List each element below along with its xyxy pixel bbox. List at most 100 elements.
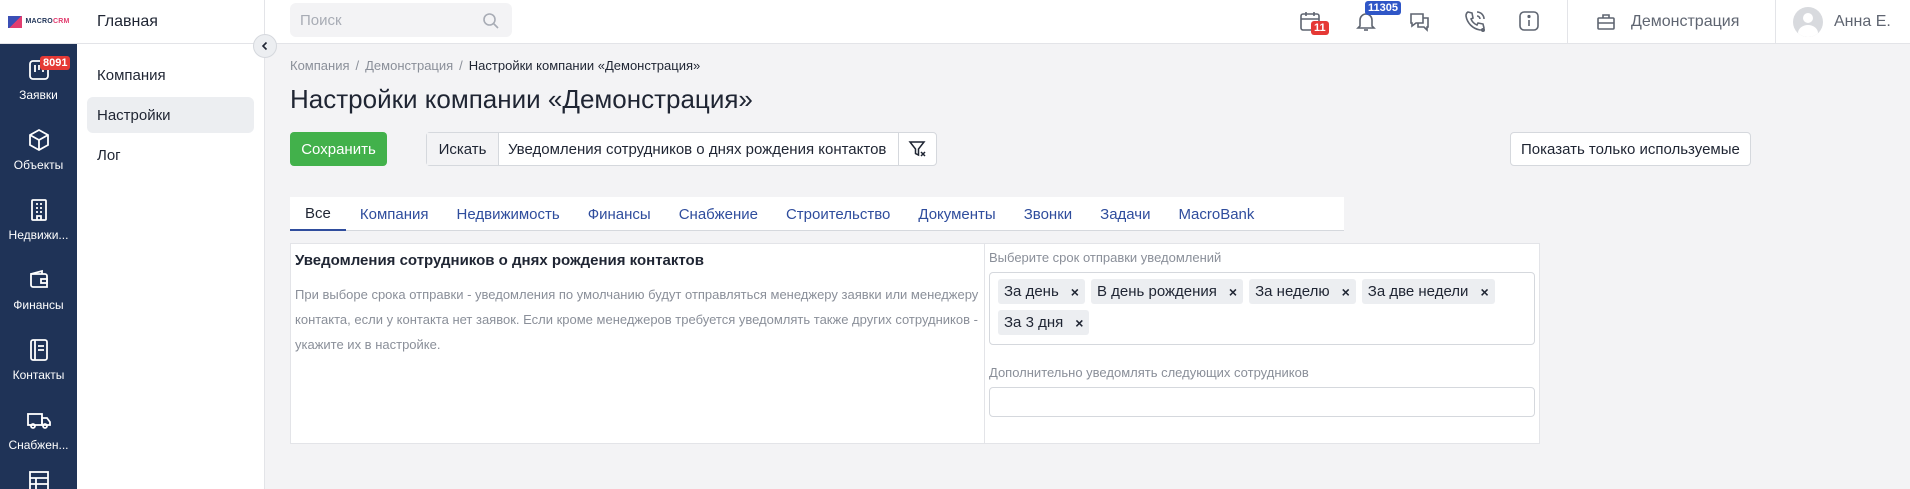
setting-controls: Выберите срок отправки уведомлений За де… bbox=[985, 244, 1539, 443]
nav-item-realty[interactable]: Недвижи... bbox=[0, 184, 77, 254]
tag-label: В день рождения bbox=[1096, 283, 1217, 300]
sidebar-item-settings[interactable]: Настройки bbox=[87, 97, 254, 133]
wallet-icon bbox=[26, 267, 52, 293]
logo-mark bbox=[7, 15, 22, 28]
tab-calls[interactable]: Звонки bbox=[1010, 197, 1086, 231]
info-button[interactable] bbox=[1516, 8, 1542, 34]
user-menu[interactable]: Анна Е. bbox=[1793, 0, 1891, 44]
topbar-divider bbox=[1567, 0, 1568, 44]
tab-all[interactable]: Все bbox=[290, 197, 346, 231]
remove-tag-icon[interactable]: × bbox=[1229, 284, 1237, 300]
period-label: Выберите срок отправки уведомлений bbox=[989, 250, 1222, 265]
search-button[interactable]: Искать bbox=[427, 133, 499, 165]
contacts-icon bbox=[26, 337, 52, 363]
period-tag: За две недели × bbox=[1361, 279, 1495, 304]
nav-item-supply[interactable]: Снабжен... bbox=[0, 394, 77, 464]
nav-item-finance[interactable]: Финансы bbox=[0, 254, 77, 324]
tab-construction[interactable]: Строительство bbox=[772, 197, 904, 231]
global-search-input[interactable]: Поиск bbox=[290, 3, 512, 37]
tag-label: За день bbox=[1004, 283, 1059, 300]
nav-item-objects[interactable]: Объекты bbox=[0, 114, 77, 184]
tag-label: За 3 дня bbox=[1004, 314, 1064, 331]
topbar-divider bbox=[1775, 0, 1776, 44]
tab-documents[interactable]: Документы bbox=[904, 197, 1009, 231]
requests-badge: 8091 bbox=[40, 56, 71, 70]
top-bar: Поиск 11 11305 Демонстрация Анна Е. bbox=[265, 0, 1910, 44]
filter-clear-icon bbox=[907, 141, 926, 157]
truck-icon bbox=[26, 407, 52, 433]
company-name: Демонстрация bbox=[1631, 13, 1740, 30]
period-tag: За неделю × bbox=[1249, 279, 1356, 304]
tag-label: За две недели bbox=[1367, 283, 1469, 300]
tab-realty[interactable]: Недвижимость bbox=[443, 197, 574, 231]
nav-item-contacts[interactable]: Контакты bbox=[0, 324, 77, 394]
section-sidebar: Главная Компания Настройки Лог bbox=[77, 0, 265, 489]
tag-label: За неделю bbox=[1255, 283, 1330, 300]
breadcrumb-separator: / bbox=[459, 58, 463, 73]
main-nav: MACROCRM 8091 Заявки Объекты Недвижи... … bbox=[0, 0, 77, 489]
nav-label: Снабжен... bbox=[8, 437, 69, 452]
show-used-only-button[interactable]: Показать только используемые bbox=[1510, 132, 1751, 166]
remove-tag-icon[interactable]: × bbox=[1075, 315, 1083, 331]
tab-macrobank[interactable]: MacroBank bbox=[1165, 197, 1269, 231]
calendar-button[interactable]: 11 bbox=[1297, 8, 1329, 35]
nav-item-more[interactable] bbox=[0, 464, 77, 489]
settings-search-input[interactable]: Уведомления сотрудников о днях рождения … bbox=[499, 133, 899, 165]
clear-filter-button[interactable] bbox=[899, 133, 936, 165]
page-title: Настройки компании «Демонстрация» bbox=[290, 84, 753, 114]
nav-label: Недвижи... bbox=[8, 227, 69, 242]
phone-icon bbox=[1465, 11, 1485, 32]
tab-finance[interactable]: Финансы bbox=[574, 197, 665, 231]
tab-tasks[interactable]: Задачи bbox=[1086, 197, 1164, 231]
search-placeholder: Поиск bbox=[300, 11, 342, 29]
search-icon bbox=[483, 13, 499, 29]
save-button[interactable]: Сохранить bbox=[290, 132, 387, 166]
chat-button[interactable] bbox=[1407, 8, 1433, 34]
info-icon bbox=[1519, 11, 1539, 31]
settings-tabs: Все Компания Недвижимость Финансы Снабже… bbox=[290, 197, 1344, 231]
remove-tag-icon[interactable]: × bbox=[1480, 284, 1488, 300]
breadcrumb: Компания / Демонстрация / Настройки компании… bbox=[290, 58, 700, 73]
period-multiselect[interactable]: За день × В день рождения × За неделю × За … bbox=[989, 272, 1535, 345]
nav-item-requests[interactable]: 8091 Заявки bbox=[0, 44, 77, 114]
sidebar-item-log[interactable]: Лог bbox=[87, 137, 254, 173]
calendar-badge: 11 bbox=[1311, 21, 1329, 35]
remove-tag-icon[interactable]: × bbox=[1342, 284, 1350, 300]
tab-supply[interactable]: Снабжение bbox=[665, 197, 772, 231]
breadcrumb-link[interactable]: Демонстрация bbox=[365, 58, 453, 73]
setting-card: Уведомления сотрудников о днях рождения … bbox=[290, 243, 1540, 444]
setting-title: Уведомления сотрудников о днях рождения … bbox=[295, 252, 704, 269]
collapse-sidebar-button[interactable] bbox=[253, 34, 277, 58]
chevron-left-icon bbox=[261, 41, 268, 51]
telephony-button[interactable] bbox=[1462, 8, 1488, 34]
extra-employees-select[interactable] bbox=[989, 387, 1535, 417]
briefcase-icon bbox=[1597, 14, 1615, 30]
extra-employees-label: Дополнительно уведомлять следующих сотру… bbox=[989, 365, 1309, 380]
chat-icon bbox=[1410, 13, 1429, 32]
building-icon bbox=[26, 197, 52, 223]
period-tag: За день × bbox=[998, 279, 1085, 304]
remove-tag-icon[interactable]: × bbox=[1071, 284, 1079, 300]
cube-icon bbox=[26, 127, 52, 153]
company-switcher[interactable]: Демонстрация bbox=[1596, 0, 1739, 44]
user-name: Анна Е. bbox=[1834, 13, 1891, 30]
setting-description: При выборе срока отправки - уведомления … bbox=[295, 287, 979, 352]
breadcrumb-current: Настройки компании «Демонстрация» bbox=[468, 58, 701, 73]
setting-info: Уведомления сотрудников о днях рождения … bbox=[291, 244, 985, 443]
notifications-badge: 11305 bbox=[1365, 1, 1401, 15]
nav-label: Заявки bbox=[19, 87, 58, 102]
tab-company[interactable]: Компания bbox=[346, 197, 443, 231]
nav-label: Объекты bbox=[13, 157, 64, 172]
nav-label: Контакты bbox=[12, 367, 65, 382]
logo[interactable]: MACROCRM bbox=[0, 0, 77, 44]
breadcrumb-link[interactable]: Компания bbox=[290, 58, 350, 73]
period-tag: В день рождения × bbox=[1090, 279, 1244, 304]
breadcrumb-separator: / bbox=[355, 58, 360, 73]
avatar bbox=[1793, 7, 1823, 37]
sidebar-home[interactable]: Главная bbox=[77, 0, 264, 44]
sidebar-item-company[interactable]: Компания bbox=[87, 57, 254, 93]
settings-search: Искать Уведомления сотрудников о днях ро… bbox=[426, 132, 937, 166]
logo-text: MACROCRM bbox=[25, 18, 70, 25]
notifications-button[interactable]: 11305 bbox=[1353, 1, 1401, 34]
grid-icon bbox=[26, 468, 52, 489]
